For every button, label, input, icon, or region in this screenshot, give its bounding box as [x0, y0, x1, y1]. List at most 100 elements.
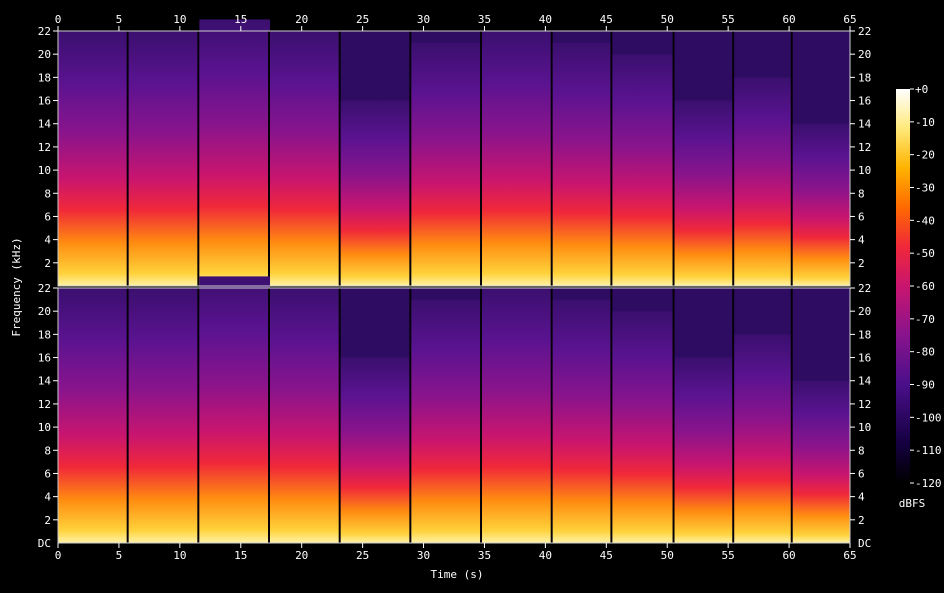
y-tick-label: 22	[38, 25, 51, 38]
segment-energy	[612, 311, 675, 543]
y-tick-label: 22	[858, 282, 871, 295]
segment-energy	[482, 31, 553, 286]
y-tick-label: 16	[38, 352, 51, 365]
x-tick-label: 50	[661, 13, 674, 26]
segment-energy	[552, 42, 613, 286]
segment-energy	[58, 31, 129, 286]
colorbar-tick-label: -60	[915, 280, 935, 293]
colorbar-tick-label: -100	[915, 411, 942, 424]
segment-energy	[674, 100, 735, 286]
segment-energy	[128, 288, 200, 543]
y-tick-label: 6	[44, 467, 51, 480]
colorbar-tick-label: -40	[915, 214, 935, 227]
segment-energy	[270, 31, 341, 286]
y-tick-label: 14	[38, 375, 52, 388]
colorbar-tick-label: -90	[915, 379, 935, 392]
y-tick-label: 12	[858, 398, 871, 411]
y-tick-label: 18	[858, 328, 871, 341]
colorbar-tick-label: -10	[915, 116, 935, 129]
segment-energy	[734, 77, 793, 286]
y-tick-label: 20	[858, 48, 871, 61]
y-tick-label: 20	[38, 48, 51, 61]
y-tick-label-dc: DC	[38, 537, 51, 550]
x-tick-label: 30	[417, 13, 430, 26]
x-tick-label: 55	[722, 549, 735, 562]
y-tick-label: 14	[858, 118, 872, 131]
segment-energy	[58, 288, 129, 543]
colorbar-tick-label: -80	[915, 346, 935, 359]
x-tick-label: 10	[173, 13, 186, 26]
colorbar-tick-label: +0	[915, 83, 928, 96]
y-tick-label: 16	[38, 95, 51, 108]
y-tick-label: 10	[858, 164, 871, 177]
x-tick-label: 60	[782, 549, 795, 562]
y-tick-label: 18	[858, 71, 871, 84]
y-tick-label: 18	[38, 71, 51, 84]
y-tick-label: 2	[858, 514, 865, 527]
y-tick-label: 10	[38, 421, 51, 434]
segment-energy	[411, 299, 483, 543]
y-tick-label: 2	[44, 257, 51, 270]
colorbar-tick-label: -50	[915, 247, 935, 260]
x-tick-label: 45	[600, 549, 613, 562]
x-tick-label: 10	[173, 549, 186, 562]
x-tick-label: 55	[722, 13, 735, 26]
y-tick-label: 8	[858, 187, 865, 200]
segment-energy	[552, 299, 613, 543]
y-tick-label: 14	[38, 118, 52, 131]
y-tick-label: 8	[44, 444, 51, 457]
y-tick-label: 6	[858, 210, 865, 223]
segment-energy	[270, 288, 341, 543]
segment-energy	[674, 357, 735, 543]
y-axis-label: Frequency (kHz)	[10, 237, 23, 336]
colorbar-tick-label: -30	[915, 182, 935, 195]
segment-energy	[340, 357, 412, 543]
x-axis-label: Time (s)	[431, 568, 484, 581]
x-tick-label: 25	[356, 549, 369, 562]
y-tick-label: 18	[38, 328, 51, 341]
y-tick-label: 6	[44, 210, 51, 223]
y-tick-label: 22	[38, 282, 51, 295]
x-tick-label: 0	[55, 13, 62, 26]
y-tick-label: 20	[858, 305, 871, 318]
x-tick-label: 5	[116, 13, 123, 26]
x-tick-label: 20	[295, 549, 308, 562]
segment-energy	[199, 276, 271, 543]
colorbar-label: dBFS	[899, 497, 926, 510]
y-tick-label: 12	[38, 398, 51, 411]
x-tick-label: 35	[478, 549, 491, 562]
segment-energy	[734, 334, 793, 543]
y-tick-label: 6	[858, 467, 865, 480]
spectrogram-panels	[58, 19, 850, 543]
x-tick-label: 5	[116, 549, 123, 562]
y-tick-label: 8	[858, 444, 865, 457]
segment-energy	[792, 123, 850, 287]
x-tick-label: 60	[782, 13, 795, 26]
colorbar-gradient	[896, 89, 910, 483]
y-tick-label: 16	[858, 95, 871, 108]
x-tick-label: 15	[234, 13, 247, 26]
x-tick-label: 15	[234, 549, 247, 562]
segment-energy	[612, 54, 675, 286]
x-tick-label: 40	[539, 549, 552, 562]
segment-energy	[411, 42, 483, 286]
y-tick-label-dc: DC	[858, 537, 871, 550]
y-tick-label: 4	[44, 491, 51, 504]
x-tick-label: 20	[295, 13, 308, 26]
y-tick-label: 16	[858, 352, 871, 365]
x-tick-label: 35	[478, 13, 491, 26]
colorbar: +0 -10 -20 -30 -40 -50 -60 -70 -80 -90 -100 -110 -12…	[896, 83, 942, 490]
y-tick-label: 2	[44, 514, 51, 527]
x-tick-label: 0	[55, 549, 62, 562]
segment-energy	[792, 380, 850, 543]
y-tick-label: 12	[38, 141, 51, 154]
y-tick-label: 20	[38, 305, 51, 318]
segment-energy	[340, 100, 412, 286]
x-tick-label: 40	[539, 13, 552, 26]
x-tick-label: 65	[843, 13, 856, 26]
colorbar-tick-label: -110	[915, 444, 942, 457]
x-tick-label: 25	[356, 13, 369, 26]
y-tick-label: 2	[858, 257, 865, 270]
colorbar-tick-label: -70	[915, 313, 935, 326]
y-tick-label: 10	[38, 164, 51, 177]
